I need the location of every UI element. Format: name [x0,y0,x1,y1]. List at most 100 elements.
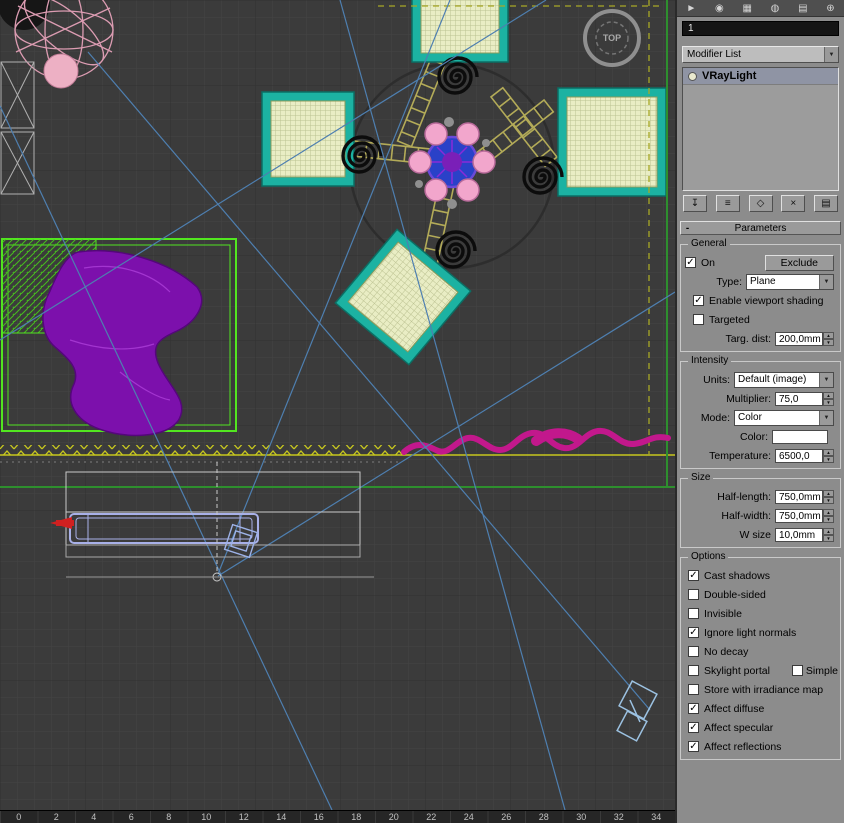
chair-top[interactable] [411,0,509,63]
modifier-stack[interactable]: VRayLight [682,67,839,191]
mode-dropdown[interactable]: Color ▼ [734,409,834,426]
modifier-stack-item-vraylight[interactable]: VRayLight [683,68,838,85]
exclude-button[interactable]: Exclude [764,254,834,271]
timeline-tick: 14 [276,812,287,822]
spinner-up-icon[interactable]: ▲ [823,391,834,399]
w-size-input[interactable]: 10,0mm [775,527,823,542]
spinner-down-icon[interactable]: ▼ [823,534,834,542]
affect-reflections-checkbox[interactable]: ✓ [688,741,699,752]
targ-dist-input[interactable]: 200,0mm [775,331,823,346]
chevron-down-icon[interactable]: ▼ [824,47,838,62]
affect-diffuse-checkbox[interactable]: ✓ [688,703,699,714]
color-swatch[interactable] [772,429,828,444]
on-checkbox[interactable]: ✓ [685,257,696,268]
chevron-down-icon[interactable]: ▼ [819,410,833,425]
double-sided-row: Double-sided [683,585,838,604]
temperature-spinner[interactable]: ▲ ▼ [823,448,834,463]
timeline-tick: 34 [651,812,662,822]
half-width-spinner[interactable]: ▲ ▼ [823,508,834,523]
units-label: Units: [703,373,730,386]
collapse-icon[interactable]: - [681,223,694,234]
half-length-row: Half-length: 750,0mm ▲ ▼ [683,487,838,506]
multiplier-input[interactable]: 75,0 [775,391,823,406]
half-length-input[interactable]: 750,0mm [775,489,823,504]
modifier-enable-icon[interactable] [688,71,697,81]
no-decay-checkbox[interactable] [688,646,699,657]
modifier-list-dropdown[interactable]: Modifier List ▼ [682,46,839,63]
make-unique-icon[interactable]: ◇ [748,195,773,212]
store-irradiance-row: Store with irradiance map [683,680,838,699]
store-irradiance-checkbox[interactable] [688,684,699,695]
simple-checkbox[interactable] [791,665,803,676]
invisible-checkbox[interactable] [688,608,699,619]
panel-tab-icon[interactable]: ▦ [742,3,751,14]
chevron-down-icon[interactable]: ▼ [819,274,833,289]
skylight-portal-checkbox[interactable] [688,665,699,676]
half-width-input[interactable]: 750,0mm [775,508,823,523]
pink-sphere[interactable] [43,53,79,89]
spinner-up-icon[interactable]: ▲ [823,448,834,456]
targ-dist-spinner[interactable]: ▲ ▼ [823,331,834,346]
panel-tab-icon[interactable]: ► [686,3,696,14]
panel-tab-icon[interactable]: ⊕ [826,3,834,14]
spinner-down-icon[interactable]: ▼ [823,398,834,406]
check-icon: ✓ [689,721,698,733]
enable-viewport-shading-checkbox[interactable]: ✓ [693,295,704,306]
object-name-field[interactable]: 1 [682,21,839,36]
w-size-spinner[interactable]: ▲ ▼ [823,527,834,542]
chair-left[interactable] [261,91,355,187]
double-sided-checkbox[interactable] [688,589,699,600]
spinner-up-icon[interactable]: ▲ [823,527,834,535]
multiplier-spinner[interactable]: ▲ ▼ [823,391,834,406]
check-icon: ✓ [689,569,698,581]
half-length-spinner[interactable]: ▲ ▼ [823,489,834,504]
timeline-tick: 18 [351,812,362,822]
panel-tab-icon[interactable]: ▤ [798,3,807,14]
spinner-down-icon[interactable]: ▼ [823,455,834,463]
timeline-ruler[interactable]: 0 2 4 6 8 10 12 14 16 18 20 22 24 26 28 30 32 34 [0,810,675,823]
spinner-down-icon[interactable]: ▼ [823,515,834,523]
type-dropdown[interactable]: Plane ▼ [746,273,834,290]
simple-label: Simple [805,664,838,677]
show-end-result-icon[interactable]: ≡ [715,195,740,212]
ignore-light-normals-checkbox[interactable]: ✓ [688,627,699,638]
timeline-tick: 10 [201,812,212,822]
spinner-up-icon[interactable]: ▲ [823,489,834,497]
check-icon: ✓ [689,702,698,714]
spinner-up-icon[interactable]: ▲ [823,331,834,339]
chevron-down-icon[interactable]: ▼ [819,372,833,387]
pin-stack-icon[interactable]: ↧ [683,195,707,212]
viewport-scene[interactable]: TOP [0,0,675,810]
general-group-title: General [688,238,730,249]
mode-label: Mode: [700,411,730,424]
spinner-down-icon[interactable]: ▼ [823,338,834,346]
spinner-up-icon[interactable]: ▲ [823,508,834,516]
type-row: Type: Plane ▼ [683,272,838,291]
intensity-group: Intensity Units: Default (image) ▼ Multi… [680,355,841,469]
cast-shadows-checkbox[interactable]: ✓ [688,570,699,581]
panel-tab-icon[interactable]: ◉ [715,3,724,14]
chair-right[interactable] [557,87,667,197]
half-length-label: Half-length: [717,490,771,503]
top-viewport[interactable]: TOP [0,0,675,810]
targeted-checkbox[interactable] [693,314,704,325]
timeline-tick: 20 [388,812,399,822]
remove-modifier-icon[interactable]: × [781,195,806,212]
units-dropdown[interactable]: Default (image) ▼ [734,371,834,388]
affect-specular-checkbox[interactable]: ✓ [688,722,699,733]
parameters-rollout-header[interactable]: - Parameters [680,221,841,235]
panel-tab-icon[interactable]: ◍ [771,3,780,14]
timeline-tick: 22 [426,812,437,822]
affect-specular-row: ✓ Affect specular [683,718,838,737]
command-panel-tabs: ► ◉ ▦ ◍ ▤ ⊕ [677,0,844,17]
configure-modifier-sets-icon[interactable]: ▤ [814,195,838,212]
enable-viewport-shading-label: Enable viewport shading [709,294,824,307]
modifier-stack-toolbar: ↧ ≡ ◇ × ▤ [677,191,844,214]
check-icon: ✓ [689,626,698,638]
spinner-down-icon[interactable]: ▼ [823,496,834,504]
check-icon: ✓ [686,256,695,268]
timeline-tick: 28 [538,812,549,822]
invisible-row: Invisible [683,604,838,623]
type-value: Plane [750,275,776,287]
temperature-input[interactable]: 6500,0 [775,448,823,463]
